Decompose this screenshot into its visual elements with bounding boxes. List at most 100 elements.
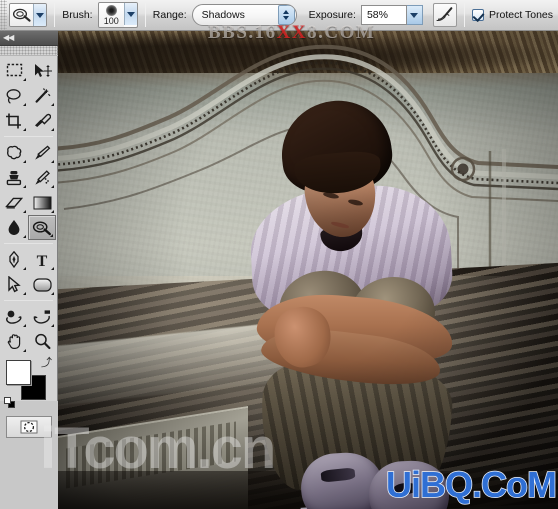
tool-blur[interactable]	[0, 215, 28, 240]
flyout-corner-icon	[23, 235, 26, 238]
options-divider-3	[463, 3, 465, 27]
tool-preset-chevron-down-icon[interactable]	[33, 4, 47, 26]
options-bar-grip[interactable]	[0, 0, 7, 31]
watermark-top-accent: XX	[276, 22, 308, 43]
tool-row	[0, 215, 57, 240]
protect-tones-checkbox[interactable]: Protect Tones	[471, 9, 558, 21]
pen-icon	[9, 251, 19, 268]
dodge-icon	[32, 220, 51, 235]
tool-row	[0, 272, 57, 297]
tool-3d-orbit[interactable]	[28, 304, 56, 329]
tools-divider-2	[4, 243, 53, 244]
flyout-corner-icon	[51, 103, 54, 106]
color-swatches: ⤴	[4, 358, 57, 410]
history-brush-icon	[35, 169, 50, 185]
brush-preset-picker[interactable]: 100	[97, 2, 138, 28]
tool-rounded-rectangle[interactable]	[28, 272, 56, 297]
tool-row	[0, 190, 57, 215]
tool-clone-stamp[interactable]	[0, 165, 28, 190]
range-label: Range:	[152, 9, 187, 21]
tool-row	[0, 304, 57, 329]
flyout-corner-icon	[51, 160, 54, 163]
airbrush-toggle-button[interactable]	[432, 3, 457, 27]
flyout-corner-icon	[23, 185, 26, 188]
tool-magic-wand[interactable]	[28, 83, 56, 108]
rotate-3d-icon	[6, 310, 22, 324]
lasso-icon	[6, 88, 21, 104]
tool-crop[interactable]	[0, 108, 28, 133]
tool-healing-brush[interactable]	[0, 140, 28, 165]
collapse-panel-icon[interactable]: ◀◀	[3, 34, 14, 42]
options-divider-2	[144, 3, 146, 27]
flyout-corner-icon	[51, 324, 54, 327]
dodge-tool-icon	[9, 4, 34, 26]
zoom-magnifier-icon	[34, 333, 50, 350]
watermark-top-prefix: BBS.16	[208, 22, 277, 43]
swap-colors-icon[interactable]: ⤴	[41, 358, 52, 369]
boy-subject	[243, 94, 463, 509]
eraser-icon	[4, 197, 23, 209]
flyout-corner-icon	[51, 185, 54, 188]
tools-grid: T ⤴	[0, 56, 57, 438]
soft-round-brush-icon	[105, 5, 117, 16]
tool-eraser[interactable]	[0, 190, 28, 215]
exposure-chevron-down-icon[interactable]	[406, 5, 423, 25]
tool-row	[0, 140, 57, 165]
tool-rectangular-marquee[interactable]	[0, 58, 28, 83]
orbit-3d-icon	[33, 309, 50, 324]
tool-row	[0, 165, 57, 190]
tool-gradient[interactable]	[28, 190, 56, 215]
tool-3d-rotate[interactable]	[0, 304, 28, 329]
tool-row	[0, 329, 57, 354]
gradient-icon	[33, 196, 51, 209]
flyout-corner-icon	[23, 128, 26, 131]
tools-palette-header[interactable]: ◀◀	[0, 31, 58, 46]
tool-type[interactable]: T	[28, 247, 56, 272]
type-icon: T	[37, 253, 48, 268]
stamp-icon	[6, 170, 22, 185]
options-divider-1	[54, 3, 56, 27]
flyout-corner-icon	[23, 78, 26, 81]
brush-size-value: 100	[103, 16, 119, 26]
brush-preview: 100	[98, 3, 124, 27]
patch-icon	[7, 145, 22, 159]
protect-tones-label: Protect Tones	[488, 9, 553, 21]
tool-lasso[interactable]	[0, 83, 28, 108]
hand-icon	[7, 334, 20, 349]
flyout-corner-icon	[23, 324, 26, 327]
tool-eyedropper[interactable]	[28, 108, 56, 133]
tool-move[interactable]	[28, 58, 56, 83]
flyout-corner-icon	[51, 128, 54, 131]
airbrush-icon	[435, 6, 455, 25]
checkbox-checked-icon[interactable]	[471, 9, 484, 21]
current-tool-preset-picker[interactable]	[8, 3, 48, 27]
brush-label: Brush:	[62, 9, 93, 21]
foreground-color-swatch[interactable]	[6, 360, 31, 385]
flyout-corner-icon	[51, 292, 54, 295]
tool-path-selection[interactable]	[0, 272, 28, 297]
default-colors-icon[interactable]	[4, 397, 15, 408]
exposure-label: Exposure:	[308, 9, 356, 21]
tool-history-brush[interactable]	[28, 165, 56, 190]
rounded-rect-shape-icon	[32, 277, 52, 292]
flyout-corner-icon	[51, 210, 54, 213]
tools-divider-1	[4, 136, 53, 137]
tool-zoom[interactable]	[28, 329, 56, 354]
tool-row	[0, 58, 57, 83]
tool-dodge[interactable]	[28, 215, 56, 240]
flyout-corner-icon	[23, 292, 26, 295]
brush-icon	[35, 145, 51, 160]
watermark-top-suffix: 8.COM	[307, 22, 376, 43]
brush-chevron-down-icon[interactable]	[123, 3, 137, 25]
tool-brush[interactable]	[28, 140, 56, 165]
range-value: Shadows	[201, 9, 245, 21]
flyout-corner-icon	[50, 234, 53, 237]
flyout-corner-icon	[23, 160, 26, 163]
eyedropper-icon	[35, 113, 51, 127]
crop-icon	[6, 113, 21, 128]
flyout-corner-icon	[23, 103, 26, 106]
tool-pen[interactable]	[0, 247, 28, 272]
tool-row: T	[0, 247, 57, 272]
tool-hand[interactable]	[0, 329, 28, 354]
tools-palette-grip[interactable]	[0, 46, 58, 56]
